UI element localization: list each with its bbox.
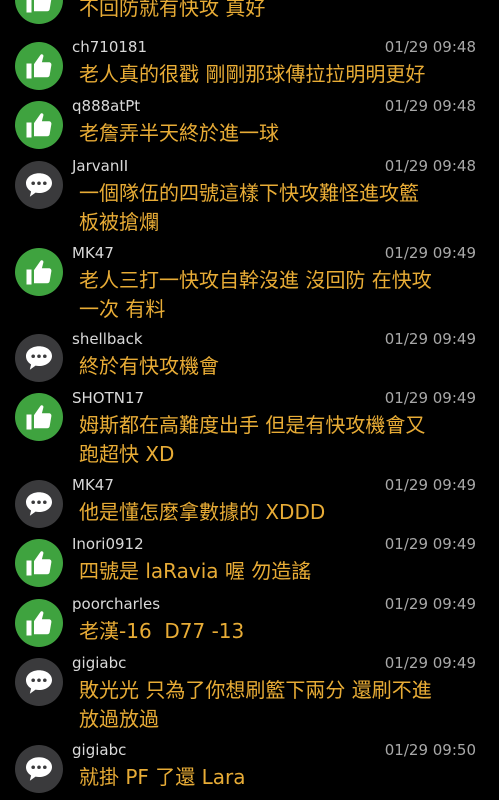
comment-text: 敗光光 只為了你想刷籃下兩分 還刷不進 放過放過 bbox=[79, 678, 432, 731]
comment-timestamp: 01/29 09:49 bbox=[384, 330, 476, 348]
comment-username[interactable]: poorcharles bbox=[72, 595, 160, 613]
comment-text: 一個隊伍的四號這樣下快攻難怪進攻籃 板被搶爛 bbox=[79, 181, 419, 234]
comment-timestamp: 01/29 09:49 bbox=[384, 476, 476, 494]
comment-timestamp: 01/29 09:49 bbox=[384, 654, 476, 672]
comment-text: 老人真的很戳 剛剛那球傳拉拉明明更好 bbox=[79, 62, 426, 86]
comment-text: 姆斯都在高難度出手 但是有快攻機會又 跑超快 XD bbox=[79, 413, 426, 466]
comment-text: 就掛 PF 了還 Lara bbox=[79, 765, 246, 789]
thumbs-up-icon bbox=[15, 248, 63, 296]
comment-text: 終於有快攻機會 bbox=[79, 354, 219, 378]
thumbs-up-icon bbox=[15, 599, 63, 647]
speech-bubble-icon bbox=[15, 480, 63, 528]
comment-timestamp: 01/29 09:48 bbox=[384, 157, 476, 175]
comment-timestamp: 01/29 09:49 bbox=[384, 535, 476, 553]
comment-username[interactable]: JarvanII bbox=[72, 157, 128, 175]
comment-username[interactable]: ch710181 bbox=[72, 38, 147, 56]
speech-bubble-icon bbox=[15, 658, 63, 706]
thumbs-up-icon bbox=[15, 0, 63, 24]
comment-text: 他是懂怎麼拿數據的 XDDD bbox=[79, 500, 326, 524]
comment-username[interactable]: SHOTN17 bbox=[72, 389, 144, 407]
comment-timestamp: 01/29 09:50 bbox=[384, 741, 476, 759]
comment-text: 四號是 laRavia 喔 勿造謠 bbox=[79, 559, 312, 583]
comment-text: 老漢-16 D77 -13 bbox=[79, 619, 245, 643]
thumbs-up-icon bbox=[15, 42, 63, 90]
thumbs-up-icon bbox=[15, 393, 63, 441]
comment-text: 老詹弄半天終於進一球 bbox=[79, 121, 279, 145]
speech-bubble-icon bbox=[15, 161, 63, 209]
speech-bubble-icon bbox=[15, 745, 63, 793]
comment-timestamp: 01/29 09:49 bbox=[384, 244, 476, 262]
thumbs-up-icon bbox=[15, 539, 63, 587]
comment-timestamp: 01/29 09:48 bbox=[384, 38, 476, 56]
comment-username[interactable]: q888atPt bbox=[72, 97, 140, 115]
thumbs-up-icon bbox=[15, 101, 63, 149]
comment-feed[interactable]: 不回防就有快攻 真好 ch710181 01/29 09:48 老人真的很戳 剛剛那球… bbox=[0, 0, 499, 800]
comment-username[interactable]: MK47 bbox=[72, 476, 114, 494]
comment-username[interactable]: shellback bbox=[72, 330, 143, 348]
comment-username[interactable]: MK47 bbox=[72, 244, 114, 262]
comment-timestamp: 01/29 09:49 bbox=[384, 389, 476, 407]
comment-timestamp: 01/29 09:48 bbox=[384, 97, 476, 115]
comment-username[interactable]: Inori0912 bbox=[72, 535, 144, 553]
comment-username[interactable]: gigiabc bbox=[72, 654, 126, 672]
comment-timestamp: 01/29 09:49 bbox=[384, 595, 476, 613]
comment-text: 不回防就有快攻 真好 bbox=[79, 0, 266, 20]
speech-bubble-icon bbox=[15, 334, 63, 382]
comment-username[interactable]: gigiabc bbox=[72, 741, 126, 759]
comment-text: 老人三打一快攻自幹沒進 沒回防 在快攻 一次 有料 bbox=[79, 268, 432, 321]
